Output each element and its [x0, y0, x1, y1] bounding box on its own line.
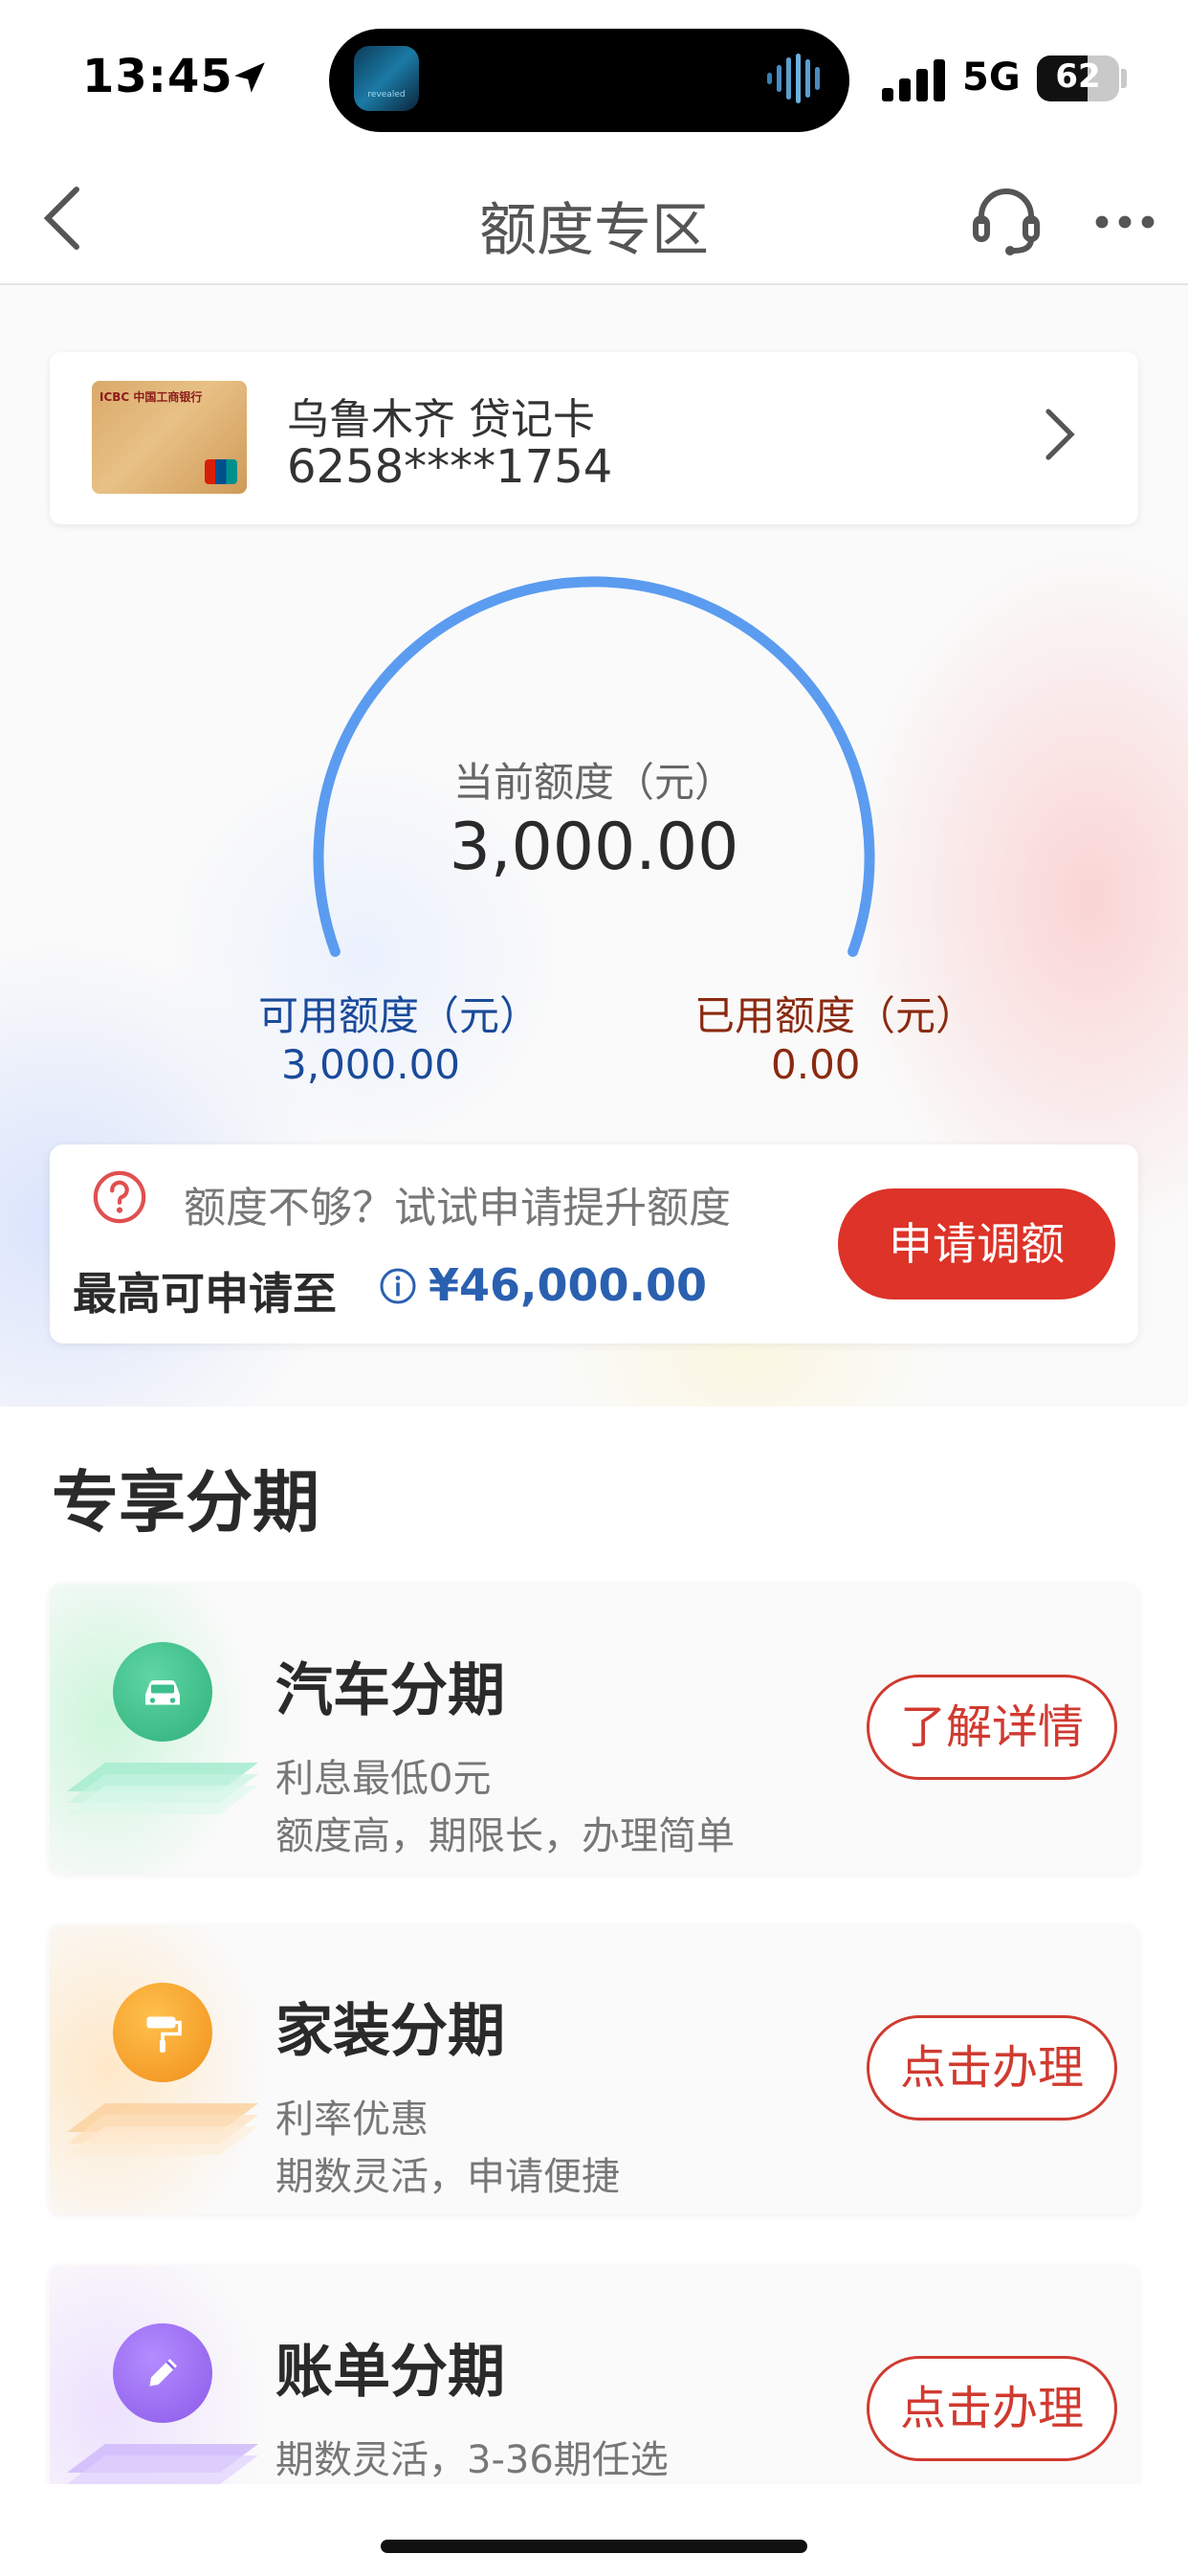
used-limit-value: 0.00: [771, 1041, 861, 1088]
island-app-label: revealed: [367, 90, 406, 100]
battery-cap: [1121, 69, 1127, 88]
apply-now-button[interactable]: 点击办理: [867, 2356, 1117, 2461]
battery-level: 62: [1055, 57, 1101, 96]
current-limit-label: 当前额度（元）: [452, 759, 735, 806]
location-arrow-icon: [234, 62, 265, 93]
plan-card-car[interactable]: 汽车分期 利息最低0元 额度高，期限长，办理简单 了解详情: [50, 1585, 1138, 1874]
plan-title: 汽车分期: [275, 1657, 505, 1724]
island-app-icon: revealed: [354, 46, 419, 111]
apply-now-button[interactable]: 点击办理: [867, 2015, 1117, 2121]
car-icon: [113, 1642, 212, 1742]
max-apply-label: 最高可申请至: [73, 1268, 337, 1320]
plan-base-graphic: [67, 1763, 258, 1814]
home-indicator[interactable]: [381, 2540, 807, 2553]
plan-description: 额度高，期限长，办理简单: [275, 1814, 735, 1858]
pencil-icon: [113, 2323, 212, 2423]
plan-card-home[interactable]: 家装分期 利率优惠 期数灵活，申请便捷 点击办理: [50, 1925, 1138, 2214]
status-time: 13:45: [82, 50, 233, 103]
available-limit-label: 可用额度（元）: [258, 992, 540, 1039]
card-image-bank-logo: ICBC 中国工商银行: [99, 390, 203, 404]
plan-description: 期数灵活，申请便捷: [275, 2155, 620, 2199]
chevron-right-icon[interactable]: [1043, 406, 1077, 463]
info-icon[interactable]: [379, 1267, 417, 1305]
learn-more-button[interactable]: 了解详情: [867, 1675, 1117, 1780]
max-apply-value: ¥46,000.00: [429, 1259, 708, 1311]
paint-roller-icon: [113, 1983, 212, 2082]
network-type: 5G: [962, 56, 1021, 100]
apply-adjust-button[interactable]: 申请调额: [838, 1188, 1115, 1299]
battery-icon: 62: [1037, 56, 1119, 101]
section-title: 专享分期: [52, 1463, 319, 1542]
card-number: 6258****1754: [287, 440, 613, 494]
cellular-signal-icon: [882, 59, 945, 101]
customer-service-icon[interactable]: [968, 182, 1045, 258]
available-limit-value: 3,000.00: [281, 1041, 461, 1088]
plan-description: 利息最低0元: [275, 1757, 492, 1801]
more-icon[interactable]: [1094, 203, 1155, 241]
plan-description: 期数灵活，3-36期任选: [275, 2438, 669, 2482]
question-icon: [93, 1170, 146, 1224]
raise-limit-hint: 额度不够？试试申请提升额度: [184, 1184, 731, 1232]
home-bar-area: [0, 2484, 1188, 2576]
used-limit-label: 已用额度（元）: [694, 992, 977, 1039]
card-name: 乌鲁木齐 贷记卡: [287, 395, 595, 444]
current-limit-value: 3,000.00: [449, 810, 739, 885]
audio-wave-icon: [767, 54, 820, 103]
plan-description: 利率优惠: [275, 2098, 429, 2142]
unionpay-logo: [205, 459, 237, 484]
plan-base-graphic: [67, 2103, 258, 2155]
plan-title: 家装分期: [275, 1998, 505, 2065]
plan-title: 账单分期: [275, 2339, 505, 2406]
